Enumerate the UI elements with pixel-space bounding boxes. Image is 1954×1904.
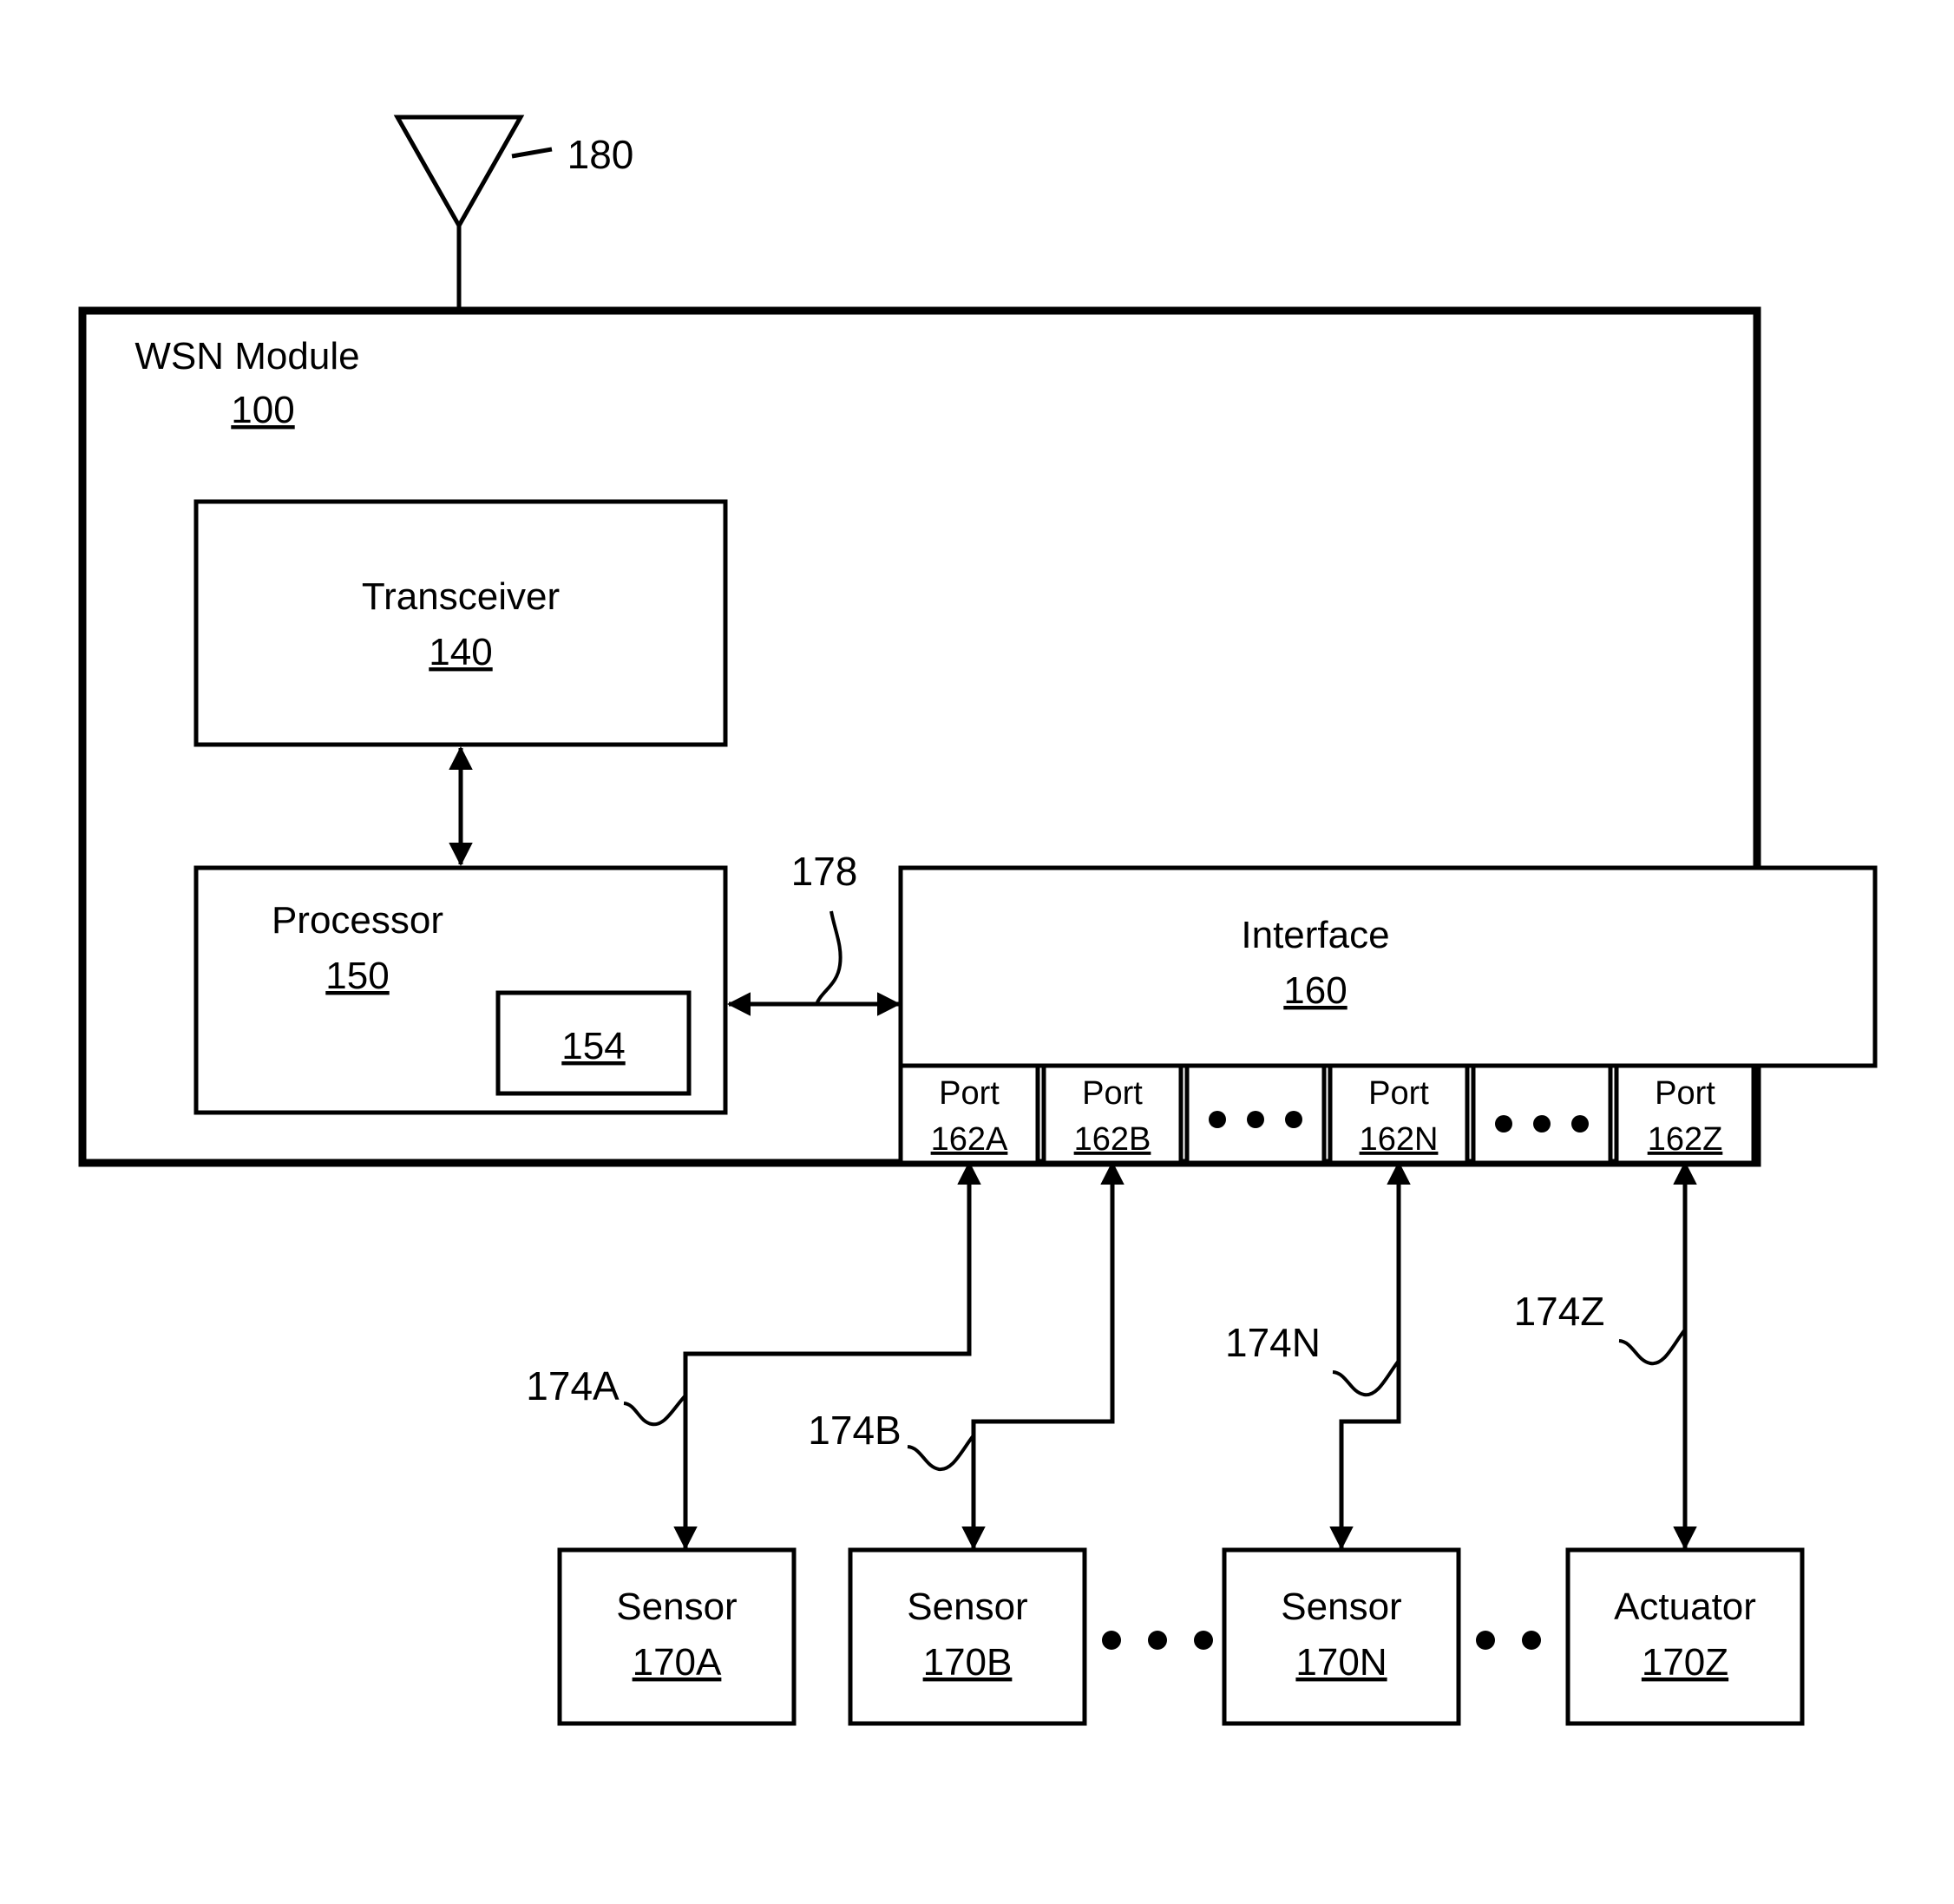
device-box-170B[interactable]: Sensor 170B <box>848 1547 1087 1726</box>
interface-ref: 160 <box>1283 969 1347 1012</box>
transceiver-label: Transceiver <box>362 575 560 618</box>
link-174A-ref: 174A <box>526 1363 620 1408</box>
port-ref-0: 162A <box>931 1121 1008 1158</box>
port-label-0: Port <box>939 1075 1000 1112</box>
device-label-3: Sensor <box>1281 1586 1401 1628</box>
device-box-170N[interactable]: Sensor 170N <box>1222 1547 1461 1726</box>
port-ref-1: 162B <box>1074 1121 1151 1158</box>
port-cell-162Z[interactable]: Port 162Z <box>1614 1063 1756 1165</box>
antenna-ref-label: 180 <box>567 132 634 177</box>
port-ref-3: 162N <box>1360 1121 1439 1158</box>
processor-ref: 150 <box>325 955 389 997</box>
device-ref-5: 170Z <box>1642 1641 1728 1684</box>
wsn-module-label: WSN Module <box>134 335 359 378</box>
device-ref-3: 170N <box>1295 1641 1387 1684</box>
link-174A-path <box>673 1160 981 1550</box>
port-cell-ellipsis-2 <box>1471 1063 1613 1165</box>
port-cell-162A[interactable]: Port 162A <box>898 1063 1040 1165</box>
port-cell-162B[interactable]: Port 162B <box>1041 1063 1184 1165</box>
wsn-module-ref: 100 <box>231 389 294 431</box>
interface-label: Interface <box>1241 914 1389 956</box>
port-label-1: Port <box>1082 1075 1143 1112</box>
device-label-0: Sensor <box>616 1586 737 1628</box>
port-label-5: Port <box>1655 1075 1715 1112</box>
link-174B-path <box>961 1160 1125 1550</box>
wsn-module-diagram: 180 WSN Module 100 Transceiver 140 Proce… <box>78 115 1878 1726</box>
device-ref-0: 170A <box>633 1641 722 1684</box>
bus-ref-label: 178 <box>791 849 858 894</box>
port-cell-ellipsis-1 <box>1184 1063 1327 1165</box>
figure-canvas: 180 WSN Module 100 Transceiver 140 Proce… <box>0 0 1954 1904</box>
processor-inner-ref: 154 <box>561 1025 625 1067</box>
device-ellipsis-1 <box>1102 1631 1213 1650</box>
link-174N-leader <box>1332 1359 1400 1397</box>
processor-label: Processor <box>272 899 443 942</box>
device-label-5: Actuator <box>1614 1586 1756 1628</box>
transceiver-box <box>193 499 728 747</box>
device-ref-1: 170B <box>923 1641 1013 1684</box>
device-box-170A[interactable]: Sensor 170A <box>557 1547 797 1726</box>
port-ref-5: 162Z <box>1648 1121 1723 1158</box>
link-174N-path <box>1329 1160 1411 1550</box>
link-174B-ref: 174B <box>808 1408 901 1453</box>
link-174N-ref: 174N <box>1225 1320 1321 1365</box>
device-label-1: Sensor <box>907 1586 1027 1628</box>
link-174Z-leader <box>1618 1328 1687 1366</box>
port-cell-162N[interactable]: Port 162N <box>1328 1063 1470 1165</box>
transceiver-ref: 140 <box>429 631 492 673</box>
link-174B-leader <box>907 1434 975 1472</box>
antenna-leader-line <box>511 147 553 159</box>
link-174A-leader <box>623 1394 687 1427</box>
interface-box <box>898 865 1878 1068</box>
device-box-170Z[interactable]: Actuator 170Z <box>1565 1547 1805 1726</box>
port-label-3: Port <box>1368 1075 1429 1112</box>
link-174Z-ref: 174Z <box>1514 1289 1605 1334</box>
